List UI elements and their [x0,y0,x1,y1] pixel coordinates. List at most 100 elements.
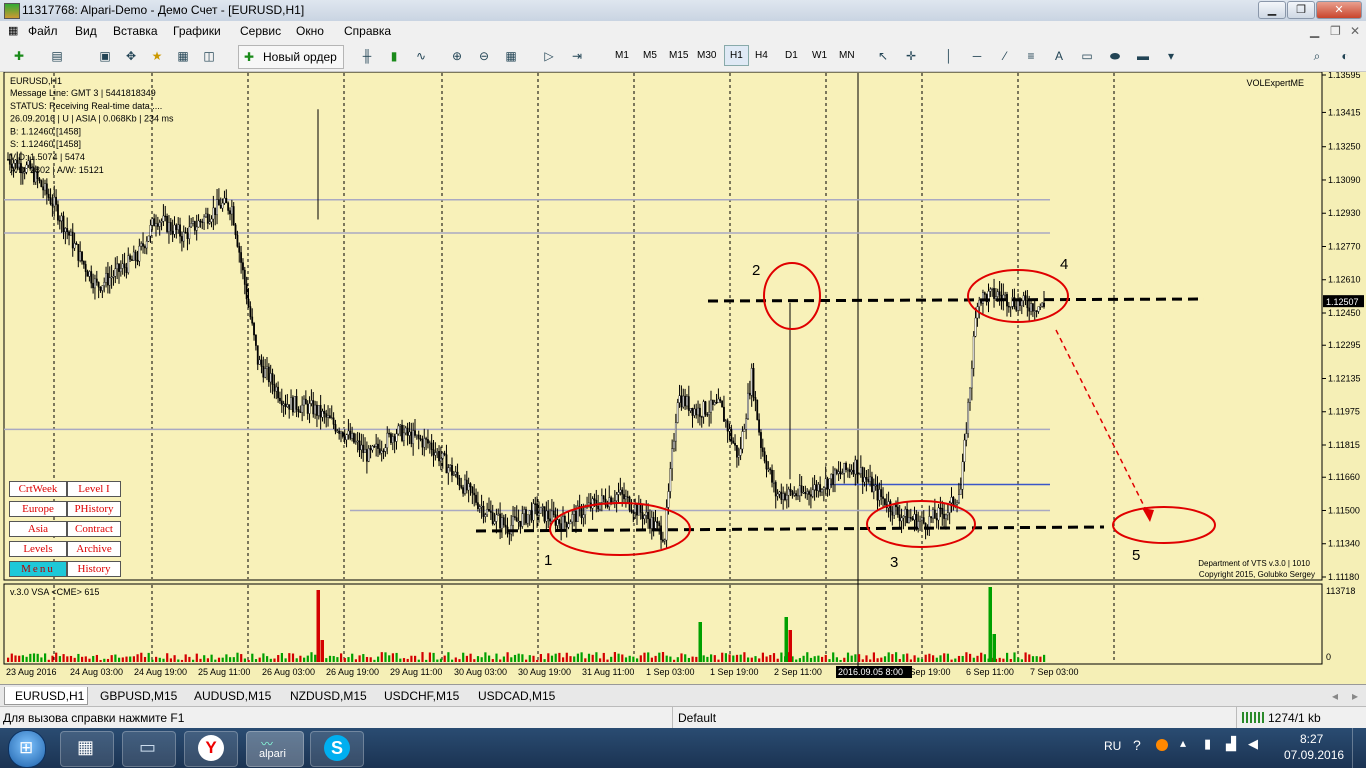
strategy-tester-icon[interactable]: ◫ [198,46,220,66]
asia-button[interactable]: Asia [9,521,67,537]
zoom-in-icon[interactable]: ⊕ [446,46,468,66]
menu-window[interactable]: Окно [296,24,324,38]
close-button[interactable]: ✕ [1316,1,1362,19]
terminal-icon[interactable]: ▦ [172,46,194,66]
contract-button[interactable]: Contract [67,521,121,537]
minimize-button[interactable]: ▁ [1258,1,1286,19]
bar-chart-icon[interactable]: ╫ [356,46,378,66]
taskbar-alpari-icon[interactable]: 〰 alpari [246,731,304,767]
tf-h4[interactable]: H4 [755,50,768,61]
maximize-button[interactable]: ❐ [1287,1,1315,19]
menu-tools[interactable]: Сервис [240,24,281,38]
language-indicator[interactable]: RU [1104,739,1121,753]
levels-button[interactable]: Levels [9,541,67,557]
level-i-button[interactable]: Level I [67,481,121,497]
chart-window[interactable]: 1 2 3 4 5 1.13595 1.13415 1.13250 1.13090 1.1293… [0,70,1366,684]
candle-body [208,221,211,224]
more-tools-icon[interactable]: ▾ [1160,46,1182,66]
tab-scroll-right-icon[interactable]: ▸ [1352,687,1358,705]
tf-w1[interactable]: W1 [812,50,827,61]
tile-windows-icon[interactable]: ▦ [500,46,522,66]
archive-button[interactable]: Archive [67,541,121,557]
label-tool-icon[interactable]: ▭ [1076,46,1098,66]
chart-shift-icon[interactable]: ⇥ [566,46,588,66]
crtweek-button[interactable]: CrtWeek [9,481,67,497]
market-watch-icon[interactable]: ▣ [94,46,116,66]
crosshair-nav-icon[interactable]: ✥ [120,46,142,66]
menu-insert[interactable]: Вставка [113,24,158,38]
start-button[interactable]: ⊞ [8,730,46,768]
volume-bar [780,652,783,662]
taskbar-skype-icon[interactable]: S [310,731,364,767]
main-plot-area[interactable] [3,71,1323,581]
taskbar-computer-icon[interactable]: ▭ [122,731,176,767]
vertical-line-icon[interactable]: │ [938,46,960,66]
tab-gbpusd-m15[interactable]: GBPUSD,M15 [100,687,177,705]
menu-button[interactable]: Menu [9,561,67,577]
ellipse-tool-icon[interactable]: ⬬ [1104,46,1126,66]
tf-m1[interactable]: M1 [615,50,629,61]
annotation-number-1: 1 [544,552,552,569]
tf-m30[interactable]: M30 [697,50,716,61]
tf-h1[interactable]: H1 [724,45,749,66]
tray-battery-icon[interactable]: ▮ [1204,736,1211,752]
tf-mn[interactable]: MN [839,50,855,61]
autoscroll-icon[interactable]: ▷ [538,46,560,66]
candle-body [549,518,551,522]
cursor-icon[interactable]: ↖ [872,46,894,66]
rectangle-tool-icon[interactable]: ▬ [1132,46,1154,66]
tray-arrow-icon[interactable]: ▴ [1180,736,1186,750]
horizontal-line-icon[interactable]: ─ [966,46,988,66]
tab-eurusd-h1[interactable]: EURUSD,H1 [4,687,88,705]
menu-charts[interactable]: Графики [173,24,221,38]
candle-chart-icon[interactable]: ▮ [383,46,405,66]
mdi-restore-icon[interactable]: ❐ [1330,24,1341,38]
candle-body [243,269,246,285]
community-icon[interactable]: ◐ [1334,46,1356,66]
profiles-icon[interactable]: ▤ [46,46,68,66]
menu-app-icon[interactable]: ▦ [8,24,18,37]
tab-scroll-left-icon[interactable]: ◂ [1332,687,1338,705]
chart-canvas[interactable]: 1 2 3 4 5 1.13595 1.13415 1.13250 1.13090 1.1293… [0,70,1366,684]
mdi-minimize-icon[interactable]: ▁ [1310,24,1319,38]
history-button[interactable]: History [67,561,121,577]
tray-help-icon[interactable]: ? [1133,737,1141,753]
crosshair-icon[interactable]: ✛ [900,46,922,66]
clock-date[interactable]: 07.09.2016 [1284,748,1344,762]
new-order-button[interactable]: ✚ Новый ордер [238,45,344,69]
taskbar-calculator-icon[interactable]: ▦ [60,731,114,767]
tray-volume-icon[interactable]: ◀ [1248,736,1258,752]
trendline-icon[interactable]: ⁄ [994,46,1016,66]
search-icon[interactable]: ⌕ [1306,46,1328,66]
menu-view[interactable]: Вид [75,24,97,38]
candle-body [969,387,971,403]
channel-icon[interactable]: ≡ [1020,46,1042,66]
menu-help[interactable]: Справка [344,24,391,38]
tray-network-icon[interactable]: ▟ [1226,736,1236,752]
zoom-out-icon[interactable]: ⊖ [473,46,495,66]
tray-app-icon[interactable] [1156,739,1168,751]
tab-usdcad-m15[interactable]: USDCAD,M15 [478,687,555,705]
europe-button[interactable]: Europe [9,501,67,517]
phistory-button[interactable]: PHistory [67,501,121,517]
mdi-close-icon[interactable]: ✕ [1350,24,1360,38]
tab-nzdusd-m15[interactable]: NZDUSD,M15 [290,687,367,705]
volume-bar [443,655,446,662]
tab-audusd-m15[interactable]: AUDUSD,M15 [194,687,271,705]
tab-usdchf-m15[interactable]: USDCHF,M15 [384,687,459,705]
tf-m5[interactable]: M5 [643,50,657,61]
new-chart-icon[interactable]: ✚ [8,46,30,66]
taskbar-yandex-icon[interactable]: Y [184,731,238,767]
favorites-icon[interactable]: ★ [146,46,168,66]
indicator-plot-area[interactable] [3,583,1323,665]
volume-bar [691,656,694,662]
show-desktop-button[interactable] [1352,728,1366,768]
candle-body [210,218,213,223]
clock-time[interactable]: 8:27 [1300,732,1323,746]
tf-m15[interactable]: M15 [669,50,688,61]
text-tool-icon[interactable]: A [1048,46,1070,66]
menu-file[interactable]: Файл [28,24,58,38]
tf-d1[interactable]: D1 [785,50,798,61]
line-chart-icon[interactable]: ∿ [410,46,432,66]
candle-body [941,507,944,515]
